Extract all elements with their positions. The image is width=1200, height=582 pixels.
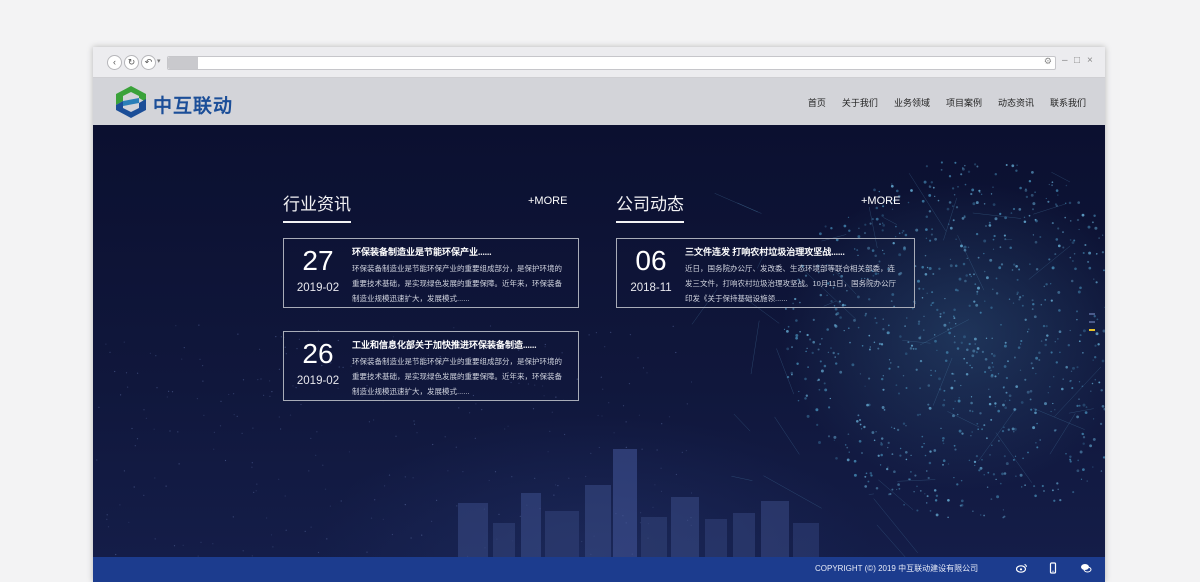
close-icon[interactable]: × [1087, 55, 1093, 67]
logo-mark-icon [116, 86, 146, 118]
news-title[interactable]: 工业和信息化部关于加快推进环保装备制造...... [352, 338, 574, 351]
nav-item-contact[interactable]: 联系我们 [1050, 96, 1086, 109]
news-summary-line: 发三文件，打响农村垃圾治理攻坚战。10月11日，国务院办公厅 [685, 279, 897, 288]
news-day: 27 [302, 245, 334, 276]
news-day: 26 [302, 338, 334, 369]
undo-icon[interactable]: ↶ [141, 55, 156, 70]
logo-text: 中互联动 [153, 96, 234, 117]
news-card[interactable]: 26 2019-02 工业和信息化部关于加快推进环保装备制造...... 环保装… [283, 331, 579, 401]
news-summary-line: 重要技术基础，是实现绿色发展的重要保障。近年来，环保装备 [352, 279, 562, 288]
address-bar[interactable]: ⚙ [167, 56, 1056, 70]
company-logo[interactable]: 中互联动 [113, 84, 253, 120]
industry-news-title: 行业资讯 [283, 190, 351, 223]
company-news-more-link[interactable]: +MORE [861, 195, 900, 207]
slide-indicator[interactable] [1089, 321, 1095, 323]
industry-news-more-link[interactable]: +MORE [528, 195, 567, 207]
news-day: 06 [635, 245, 667, 276]
news-title[interactable]: 三文件连发 打响农村垃圾治理攻坚战...... [685, 245, 907, 258]
news-year-month: 2018-11 [630, 282, 672, 294]
history-dropdown-icon[interactable]: ▾ [157, 57, 161, 65]
news-summary: 环保装备制造业是节能环保产业的重要组成部分，是保护环境的 重要技术基础，是实现绿… [352, 354, 574, 399]
news-summary-line: 重要技术基础，是实现绿色发展的重要保障。近年来，环保装备 [352, 372, 562, 381]
news-summary: 环保装备制造业是节能环保产业的重要组成部分，是保护环境的 重要技术基础，是实现绿… [352, 261, 574, 306]
news-year-month: 2019-02 [296, 375, 340, 387]
main-nav: 首页 关于我们 业务领域 项目案例 动态资讯 联系我们 [808, 96, 1086, 109]
weibo-icon[interactable] [1015, 562, 1029, 576]
news-title[interactable]: 环保装备制造业是节能环保产业...... [352, 245, 574, 258]
news-card[interactable]: 27 2019-02 环保装备制造业是节能环保产业...... 环保装备制造业是… [283, 238, 579, 308]
slide-indicator[interactable] [1089, 313, 1095, 315]
browser-toolbar: ‹ ↻ ↶ ▾ ⚙ – □ × [93, 47, 1105, 78]
news-section: 行业资讯 +MORE 27 2019-02 环保装备制造业是节能环保产业....… [93, 125, 1105, 557]
refresh-icon[interactable]: ↻ [124, 55, 139, 70]
news-summary-line: 制造业规模迅速扩大，发展模式...... [352, 387, 470, 396]
news-summary-line: 印发《关于保持基础设施领...... [685, 294, 788, 303]
nav-item-projects[interactable]: 项目案例 [946, 96, 982, 109]
nav-item-business[interactable]: 业务领域 [894, 96, 930, 109]
news-summary-line: 近日，国务院办公厅、发改委、生态环境部等联合相关部委，连 [685, 264, 895, 273]
company-news-title: 公司动态 [616, 190, 684, 223]
background-globe-graphic [96, 161, 1105, 557]
maximize-icon[interactable]: □ [1074, 55, 1080, 67]
site-favicon [168, 57, 198, 69]
chat-icon[interactable] [1079, 562, 1093, 576]
site-footer: COPYRIGHT (©) 2019 中互联动建设有限公司 [93, 557, 1105, 582]
mobile-icon[interactable] [1046, 562, 1060, 576]
minimize-icon[interactable]: – [1062, 55, 1068, 67]
news-summary-line: 环保装备制造业是节能环保产业的重要组成部分，是保护环境的 [352, 264, 562, 273]
news-card[interactable]: 06 2018-11 三文件连发 打响农村垃圾治理攻坚战...... 近日，国务… [616, 238, 915, 308]
back-icon[interactable]: ‹ [107, 55, 122, 70]
nav-item-about[interactable]: 关于我们 [842, 96, 878, 109]
browser-window: ‹ ↻ ↶ ▾ ⚙ – □ × 中互联动 首页 关于我们 业务领域 项目案例 动… [93, 47, 1105, 582]
news-summary: 近日，国务院办公厅、发改委、生态环境部等联合相关部委，连 发三文件，打响农村垃圾… [685, 261, 907, 306]
news-summary-line: 环保装备制造业是节能环保产业的重要组成部分，是保护环境的 [352, 357, 562, 366]
copyright-text: COPYRIGHT (©) 2019 中互联动建设有限公司 [815, 564, 979, 573]
slide-indicator-active[interactable] [1089, 329, 1095, 331]
site-header: 中互联动 首页 关于我们 业务领域 项目案例 动态资讯 联系我们 [93, 78, 1105, 125]
news-summary-line: 制造业规模迅速扩大，发展模式...... [352, 294, 470, 303]
settings-icon[interactable]: ⚙ [1044, 56, 1052, 67]
nav-item-home[interactable]: 首页 [808, 96, 826, 109]
news-year-month: 2019-02 [296, 282, 340, 294]
nav-item-news[interactable]: 动态资讯 [998, 96, 1034, 109]
